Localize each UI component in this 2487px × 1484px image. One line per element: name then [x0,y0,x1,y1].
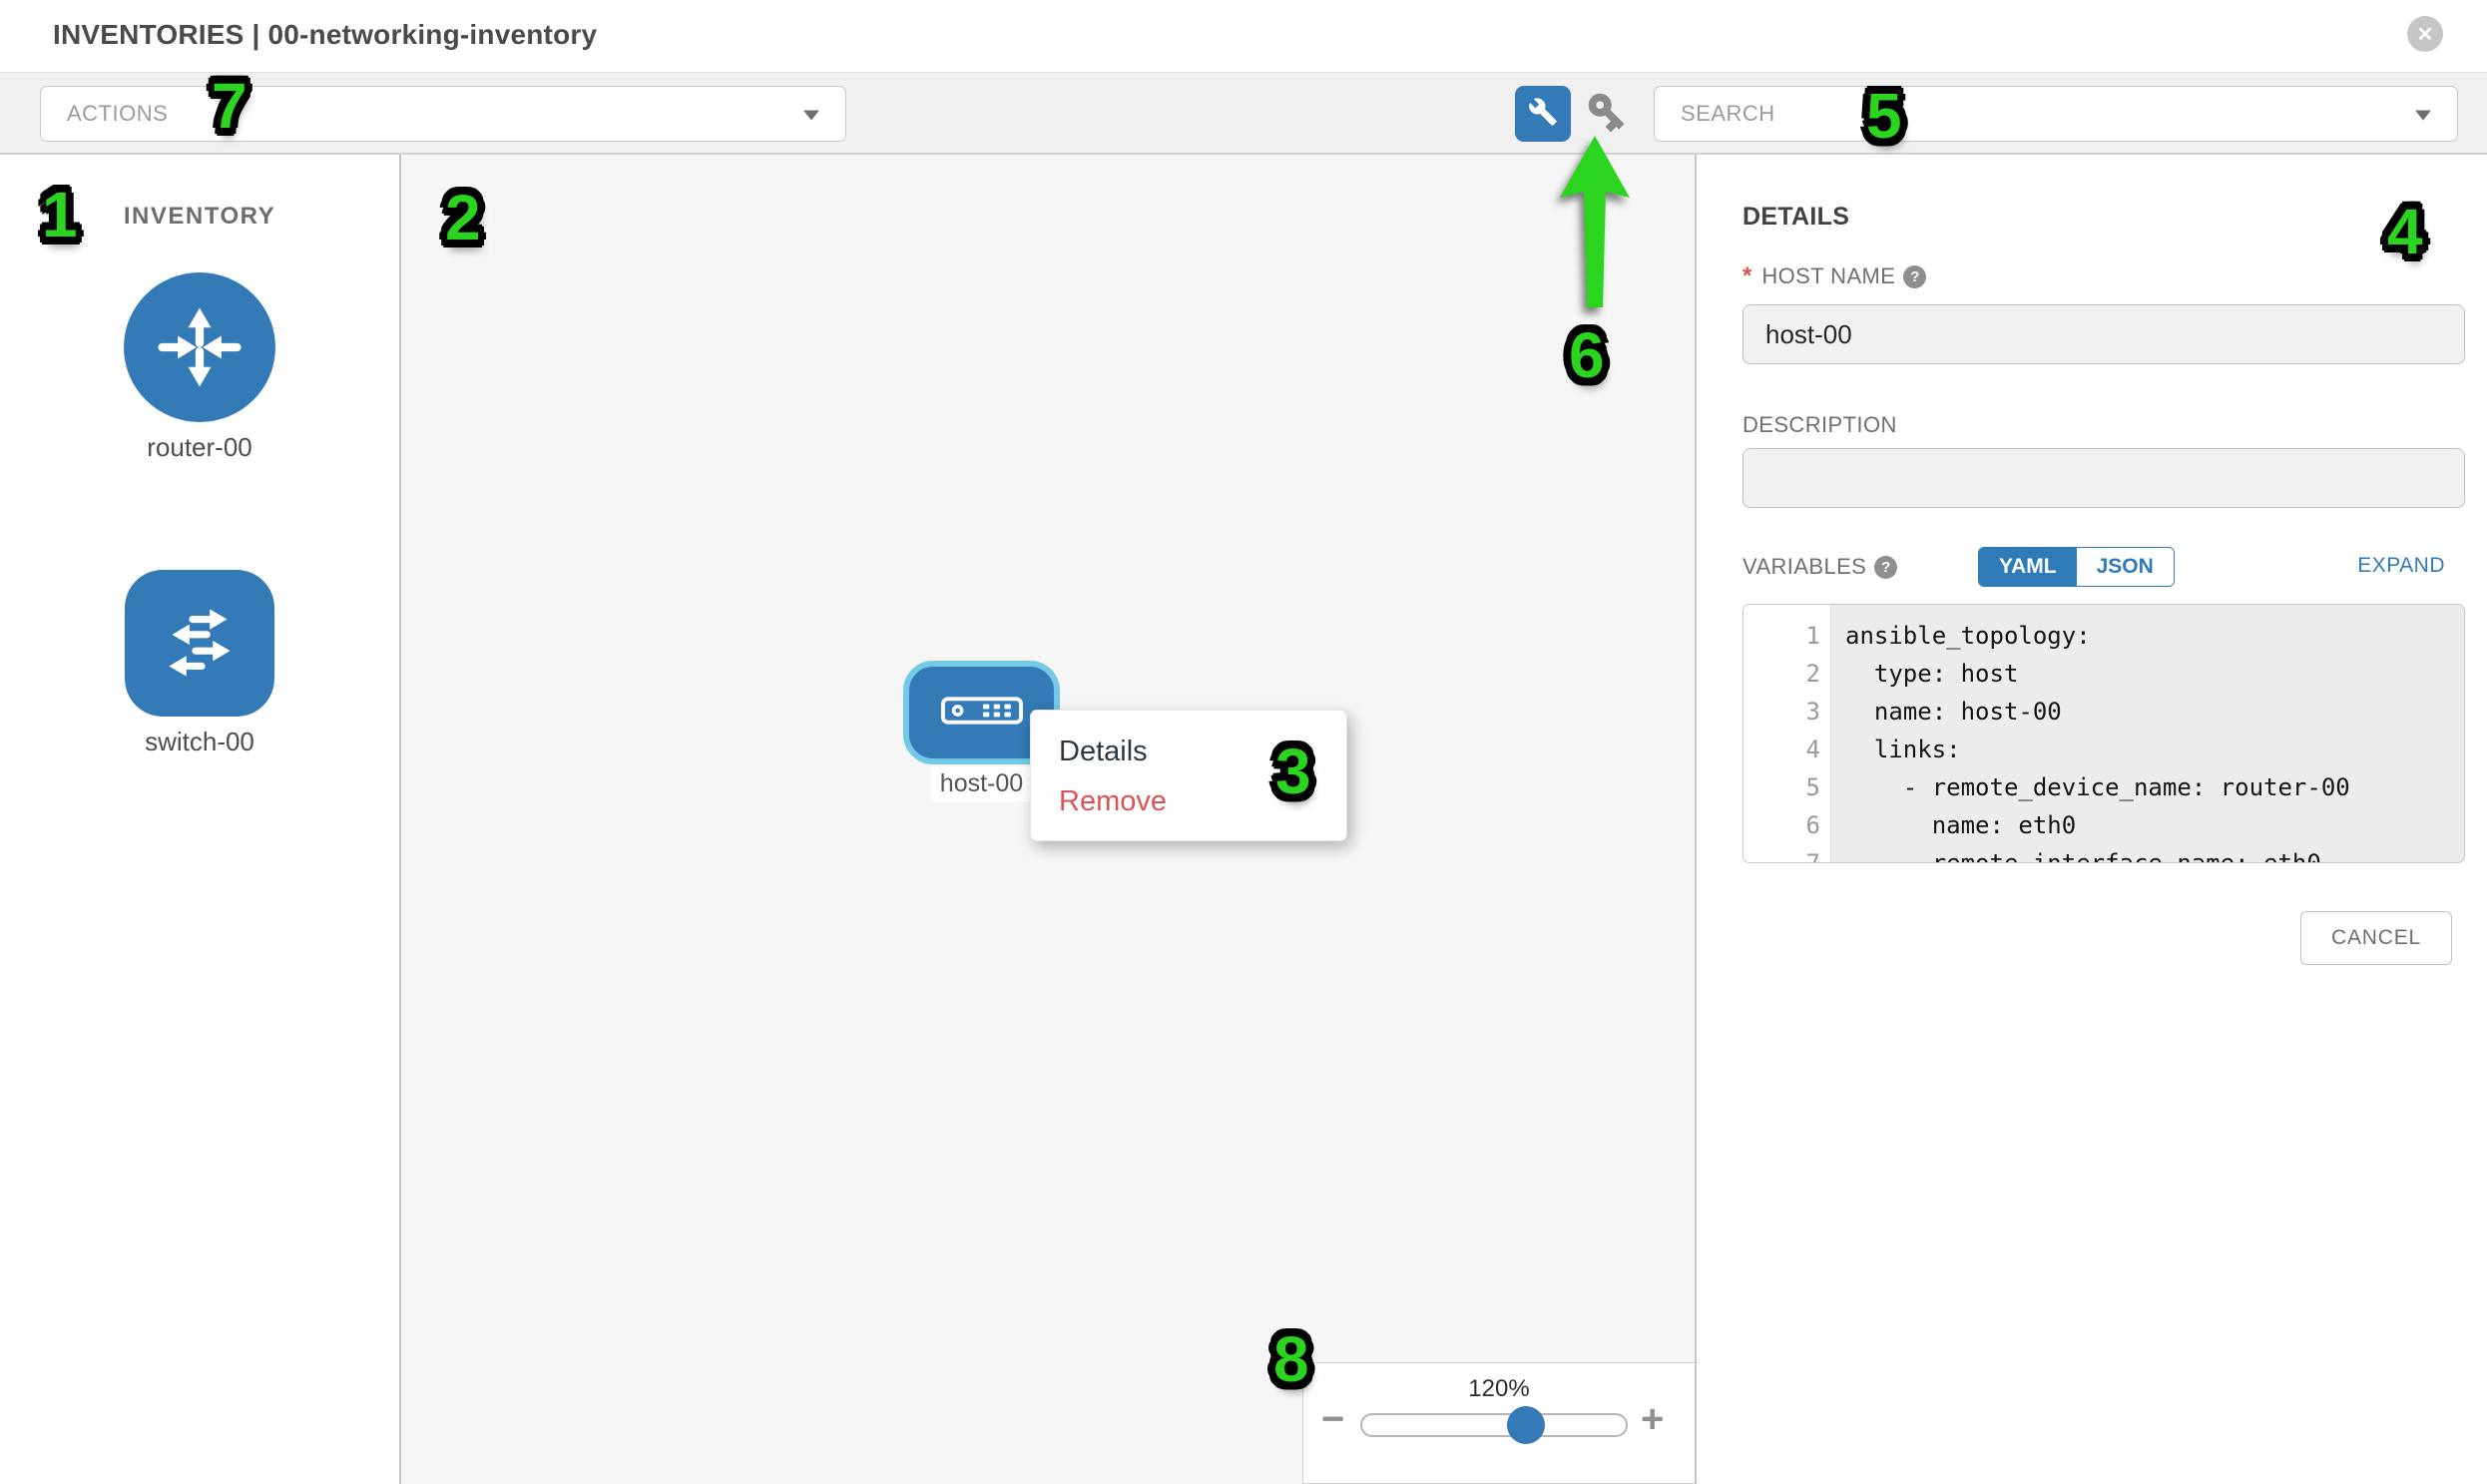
toolbar: ACTIONS SEARCH [0,72,2487,155]
description-label-row: DESCRIPTION [1742,412,1897,438]
description-label: DESCRIPTION [1742,412,1897,438]
zoom-out-button[interactable]: − [1321,1399,1344,1439]
actions-dropdown-label: ACTIONS [67,101,168,127]
chevron-down-icon [2415,111,2431,121]
variables-row: VARIABLES ? YAML JSON EXPAND [1742,554,2445,580]
actions-dropdown[interactable]: ACTIONS [40,86,846,142]
variables-code-editor[interactable]: 1 2 3 4 5 6 7 ansible_topology: type: ho… [1742,604,2465,863]
page-title: INVENTORIES | 00-networking-inventory [53,19,597,51]
key-icon [1584,89,1630,140]
router-icon [124,272,275,422]
variables-label: VARIABLES [1742,554,1866,580]
palette-item-router[interactable]: router-00 [0,272,399,463]
host-name-label: HOST NAME [1761,263,1895,289]
titlebar: INVENTORIES | 00-networking-inventory ✕ [0,0,2487,72]
sidebar-title: INVENTORY [0,203,399,231]
close-icon: ✕ [2417,22,2434,47]
details-panel: DETAILS * HOST NAME ? DESCRIPTION VARIAB… [1701,155,2487,1484]
code-content[interactable]: ansible_topology: type: host name: host-… [1831,605,2464,862]
help-icon[interactable]: ? [1874,556,1897,579]
zoom-level-label: 120% [1303,1375,1695,1403]
zoom-slider-track[interactable] [1360,1413,1628,1437]
search-dropdown-label: SEARCH [1681,101,1775,127]
required-asterisk: * [1742,262,1751,290]
context-menu-item-remove[interactable]: Remove [1031,776,1346,826]
format-toggle-json[interactable]: JSON [2077,548,2174,586]
help-icon[interactable]: ? [1903,265,1926,288]
switch-icon [125,570,274,717]
search-dropdown[interactable]: SEARCH [1654,86,2458,142]
inventory-palette-sidebar: INVENTORY router-00 [0,155,399,1484]
toolbar-key-button[interactable] [1581,88,1633,140]
cancel-button[interactable]: CANCEL [2300,911,2452,965]
zoom-slider-thumb[interactable] [1507,1406,1545,1444]
format-toggle-yaml[interactable]: YAML [1979,548,2077,586]
zoom-in-button[interactable]: + [1641,1399,1664,1439]
host-name-label-row: * HOST NAME ? [1742,262,1926,290]
topology-canvas[interactable]: host-00 Details Remove 120% − + [399,155,1697,1484]
wrench-icon [1528,97,1558,132]
code-line-numbers: 1 2 3 4 5 6 7 [1743,605,1831,862]
toolbar-settings-button[interactable] [1515,86,1571,142]
chevron-down-icon [803,111,819,121]
details-panel-title: DETAILS [1742,203,1849,232]
inventory-topology-screen: INVENTORIES | 00-networking-inventory ✕ … [0,0,2487,1484]
host-name-input[interactable] [1742,304,2465,364]
palette-item-label: router-00 [147,432,252,463]
zoom-control-panel: 120% − + [1302,1362,1695,1484]
context-menu-item-details[interactable]: Details [1031,727,1346,776]
host-icon [941,697,1023,730]
description-input[interactable] [1742,448,2465,508]
palette-item-label: switch-00 [145,727,254,757]
variables-format-toggle: YAML JSON [1978,547,2175,587]
palette-item-switch[interactable]: switch-00 [0,570,399,757]
node-context-menu: Details Remove [1030,710,1347,841]
close-button[interactable]: ✕ [2407,16,2443,52]
expand-link[interactable]: EXPAND [2357,554,2445,578]
